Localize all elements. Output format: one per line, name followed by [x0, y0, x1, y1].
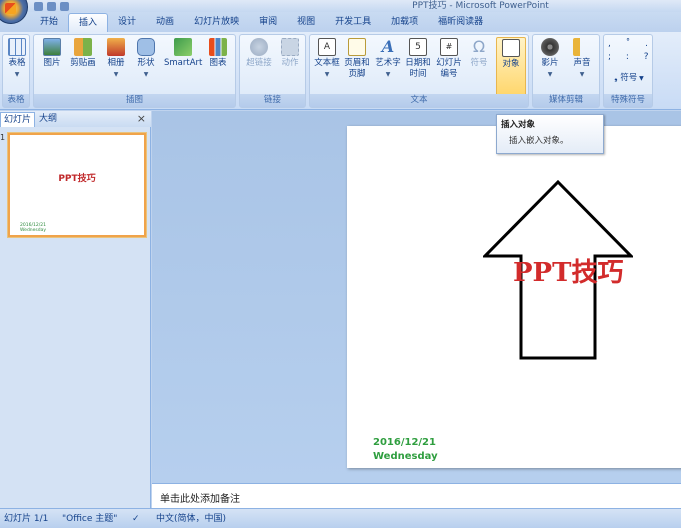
smartart-icon: [174, 38, 192, 56]
tab-design[interactable]: 设计: [108, 12, 146, 32]
slide-title[interactable]: PPT技巧: [513, 252, 623, 289]
sound-button[interactable]: 声音 ▼: [569, 38, 595, 80]
symbol-button[interactable]: Ω 符号: [467, 38, 491, 69]
slide-thumbnail-number: 1: [0, 133, 6, 142]
spellcheck-icon[interactable]: ✓: [132, 509, 140, 528]
slides-pane: 幻灯片 大纲 × 1 PPT技巧 2016/12/21 Wednesday: [0, 111, 151, 508]
slide-canvas[interactable]: PPT技巧 2016/12/21 Wednesday: [347, 126, 681, 468]
calendar-icon: 5: [409, 38, 427, 56]
tab-insert[interactable]: 插入: [68, 13, 109, 32]
chevron-down-icon: ▼: [637, 75, 644, 82]
header-footer-button[interactable]: 页眉和页脚: [344, 38, 370, 80]
group-label-media: 媒体剪辑: [533, 94, 599, 107]
slide-number-button[interactable]: # 幻灯片编号: [435, 38, 463, 80]
wordart-icon: A: [381, 37, 395, 56]
smartart-button[interactable]: SmartArt: [164, 38, 202, 69]
tab-review[interactable]: 审阅: [249, 12, 287, 32]
tab-slides[interactable]: 幻灯片: [0, 112, 36, 127]
wordart-button[interactable]: A 艺术字 ▼: [373, 38, 403, 80]
slide-editing-area: PPT技巧 2016/12/21 Wednesday: [152, 111, 681, 483]
slide-date-block[interactable]: 2016/12/21 Wednesday: [373, 436, 438, 464]
window-title: PPT技巧 - Microsoft PowerPoint: [412, 1, 549, 11]
photo-album-icon: [107, 38, 125, 56]
header-footer-icon: [348, 38, 366, 56]
object-tooltip: 插入对象 插入嵌入对象。: [496, 114, 604, 154]
chevron-down-icon: ▼: [324, 71, 330, 78]
table-button[interactable]: 表格 ▼: [6, 38, 28, 80]
tab-animations[interactable]: 动画: [146, 12, 184, 32]
shapes-button[interactable]: 形状 ▼: [134, 38, 158, 80]
group-label-illustrations: 插图: [34, 94, 235, 107]
tab-slideshow[interactable]: 幻灯片放映: [184, 12, 249, 32]
tooltip-description: 插入嵌入对象。: [509, 136, 569, 146]
special-symbol-button[interactable]: ❟ 符号 ▼: [608, 73, 650, 84]
status-theme: "Office 主题": [62, 514, 118, 524]
textbox-button[interactable]: A 文本框 ▼: [312, 38, 342, 80]
tab-outline[interactable]: 大纲: [36, 112, 60, 127]
group-label-text: 文本: [310, 94, 528, 107]
punctuation-grid[interactable]: , ˚ .; : ?: [608, 38, 650, 64]
tab-addins[interactable]: 加载项: [381, 12, 428, 32]
date-time-button[interactable]: 5 日期和时间: [405, 38, 431, 80]
omega-icon: Ω: [472, 37, 486, 56]
action-button[interactable]: 动作: [278, 38, 302, 69]
group-links: 超链接 动作 链接: [239, 34, 306, 108]
tab-developer[interactable]: 开发工具: [325, 12, 381, 32]
slide-number-icon: #: [440, 38, 458, 56]
chevron-down-icon: ▼: [547, 71, 553, 78]
thumbnail-title: PPT技巧: [58, 174, 96, 184]
close-icon[interactable]: ×: [137, 112, 146, 125]
slide-weekday: Wednesday: [373, 451, 438, 462]
tab-foxit-reader[interactable]: 福昕阅读器: [428, 12, 493, 32]
clipart-button[interactable]: 剪贴画: [68, 38, 98, 69]
clipart-icon: [74, 38, 92, 56]
shapes-icon: [137, 38, 155, 56]
picture-icon: [43, 38, 61, 56]
speaker-icon: [573, 38, 591, 56]
hyperlink-button[interactable]: 超链接: [244, 38, 274, 69]
chevron-down-icon: ▼: [14, 71, 20, 78]
chevron-down-icon: ▼: [113, 71, 119, 78]
group-label-table: 表格: [3, 94, 29, 107]
thumbnail-date: 2016/12/21 Wednesday: [20, 223, 47, 233]
chevron-down-icon: ▼: [143, 71, 149, 78]
ribbon: 表格 ▼ 表格 图片 剪贴画 相册 ▼ 形状 ▼ SmartArt 图表 插图 …: [0, 32, 681, 110]
tab-home[interactable]: 开始: [30, 12, 68, 32]
table-icon: [8, 38, 26, 56]
action-icon: [281, 38, 299, 56]
hyperlink-globe-icon: [250, 38, 268, 56]
notes-placeholder: 单击此处添加备注: [160, 494, 240, 505]
group-table: 表格 ▼ 表格: [2, 34, 30, 108]
status-language[interactable]: 中文(简体，中国): [156, 509, 226, 528]
status-slide-count: 幻灯片 1/1: [4, 514, 49, 524]
office-logo-icon: [5, 3, 16, 14]
group-label-links: 链接: [240, 94, 305, 107]
group-label-special: 特殊符号: [604, 94, 652, 107]
group-special-symbols: , ˚ .; : ? ❟ 符号 ▼ 特殊符号: [603, 34, 653, 108]
film-reel-icon: [541, 38, 559, 56]
chart-icon: [209, 38, 227, 56]
pane-tabs: 幻灯片 大纲 ×: [0, 111, 151, 127]
object-button[interactable]: 对象: [496, 37, 526, 97]
notes-pane[interactable]: 单击此处添加备注: [152, 483, 681, 508]
tab-view[interactable]: 视图: [287, 12, 325, 32]
movie-button[interactable]: 影片 ▼: [537, 38, 563, 80]
photo-album-button[interactable]: 相册 ▼: [104, 38, 128, 80]
picture-button[interactable]: 图片: [40, 38, 64, 69]
object-icon: [502, 39, 520, 57]
tooltip-title: 插入对象: [501, 120, 536, 130]
title-bar: PPT技巧 - Microsoft PowerPoint: [0, 0, 681, 24]
group-text: A 文本框 ▼ 页眉和页脚 A 艺术字 ▼ 5 日期和时间 # 幻灯片编号 Ω …: [309, 34, 529, 108]
group-media: 影片 ▼ 声音 ▼ 媒体剪辑: [532, 34, 600, 108]
status-bar: 幻灯片 1/1 "Office 主题" ✓ 中文(简体，中国): [0, 508, 681, 528]
slide-date: 2016/12/21: [373, 437, 436, 448]
chevron-down-icon: ▼: [579, 71, 585, 78]
chart-button[interactable]: 图表: [206, 38, 230, 69]
punctuation-icon: , ˚ .; : ?: [608, 39, 655, 62]
group-illustrations: 图片 剪贴画 相册 ▼ 形状 ▼ SmartArt 图表 插图: [33, 34, 236, 108]
slide-thumbnail[interactable]: PPT技巧 2016/12/21 Wednesday: [8, 133, 146, 237]
chevron-down-icon: ▼: [385, 71, 391, 78]
textbox-icon: A: [318, 38, 336, 56]
ribbon-tabs: 开始 插入 设计 动画 幻灯片放映 审阅 视图 开发工具 加载项 福昕阅读器: [0, 12, 681, 32]
